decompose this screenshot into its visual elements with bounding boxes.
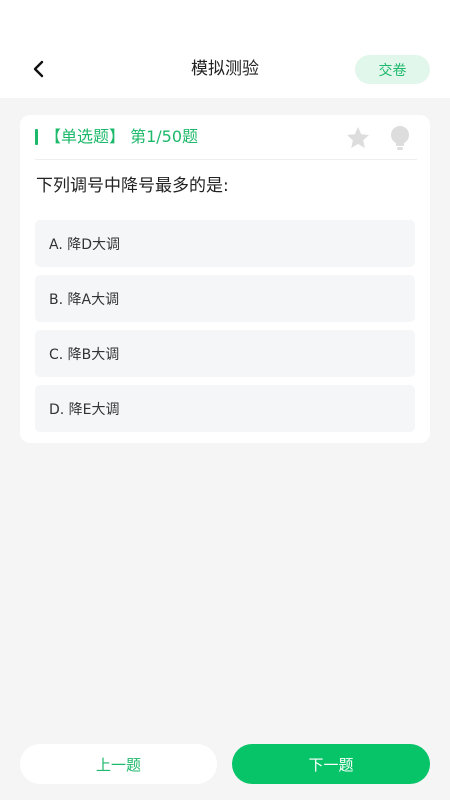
option-d[interactable]: D. 降E大调 <box>35 385 415 432</box>
header-bar: 模拟测验 交卷 <box>0 0 450 98</box>
question-header: 【单选题】 第1/50题 <box>35 125 417 160</box>
next-question-button[interactable]: 下一题 <box>232 744 430 784</box>
lightbulb-icon[interactable] <box>388 125 412 151</box>
prev-question-button[interactable]: 上一题 <box>20 744 217 784</box>
submit-exam-button[interactable]: 交卷 <box>355 55 430 84</box>
bottom-navigation: 上一题 下一题 <box>0 744 450 786</box>
option-b[interactable]: B. 降A大调 <box>35 275 415 322</box>
question-type: 【单选题】 第1/50题 <box>45 125 198 149</box>
option-a[interactable]: A. 降D大调 <box>35 220 415 267</box>
question-type-label: 【单选题】 <box>45 127 126 146</box>
question-card: 【单选题】 第1/50题 下列调号中降号最多的是: A. 降D大调 B. 降A大… <box>20 115 430 443</box>
question-progress: 第1/50题 <box>130 127 199 146</box>
star-icon[interactable] <box>345 125 371 151</box>
option-c[interactable]: C. 降B大调 <box>35 330 415 377</box>
accent-bar <box>35 129 38 145</box>
question-text: 下列调号中降号最多的是: <box>36 176 229 196</box>
